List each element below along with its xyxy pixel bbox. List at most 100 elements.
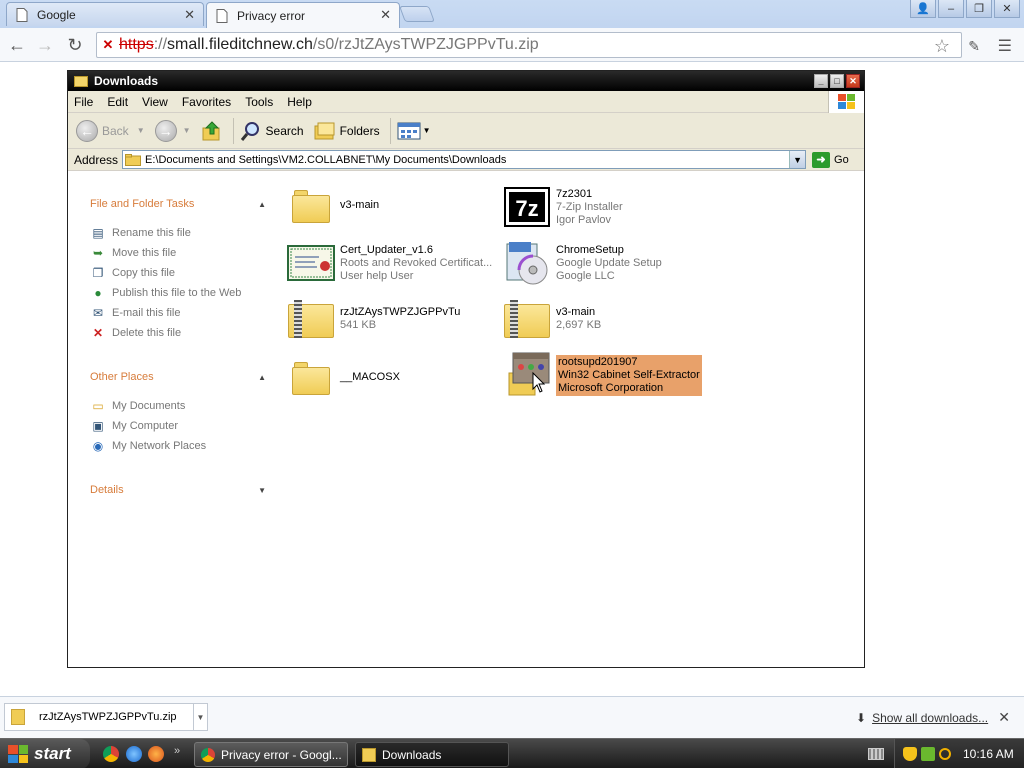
download-arrow-icon: ⬇ [856,711,867,725]
expand-icon[interactable]: ▼ [258,486,266,495]
close-window-button[interactable]: ✕ [994,0,1020,18]
start-button[interactable]: start [0,739,90,768]
certificate-icon [286,241,336,285]
go-button[interactable]: ➜ Go [812,151,849,168]
place-my-network[interactable]: ◉ My Network Places [90,436,266,456]
copy-icon: ❐ [92,266,104,280]
search-icon[interactable] [939,748,951,760]
task-move[interactable]: ➥ Move this file [90,243,266,263]
search-button[interactable]: Search [240,120,304,142]
maximize-button[interactable]: □ [830,74,844,88]
menu-view[interactable]: View [142,95,168,109]
shield-icon[interactable] [903,747,917,761]
file-item[interactable]: Cert_Updater_v1.6 Roots and Revoked Cert… [286,241,492,285]
tab-google[interactable]: Google ✕ [6,2,204,26]
chrome-quicklaunch-icon[interactable] [103,746,119,762]
extension-icon[interactable]: ✎ [968,38,980,55]
explorer-menubar: File Edit View Favorites Tools Help [68,91,864,113]
omnibox[interactable]: ✕ https :// small.fileditchnew.ch /s0/rz… [96,32,962,58]
forward-arrow-icon[interactable]: → [34,34,56,56]
views-button[interactable]: ▼ [397,122,431,140]
folders-button[interactable]: Folders [314,121,380,141]
back-button[interactable]: ← Back ▼ [76,119,145,142]
show-all-downloads-link[interactable]: ⬇ Show all downloads... [856,711,988,725]
keyboard-icon[interactable] [868,748,884,760]
up-folder-button[interactable] [201,120,223,142]
download-shelf: rzJtZAysTWPZJGPPvTu.zip ▼ ⬇ Show all dow… [0,696,1024,738]
tab-label: Google [37,7,76,22]
panel-title: Other Places [90,371,154,383]
tab-privacy-error[interactable]: Privacy error ✕ [206,2,400,28]
zip-folder-icon [286,297,336,341]
minimize-button[interactable]: – [938,0,964,18]
task-rename[interactable]: ▤ Rename this file [90,223,266,243]
file-item[interactable]: v3-main [286,183,379,227]
taskbar-button-chrome[interactable]: Privacy error - Googl... [194,742,348,767]
network-icon: ◉ [92,439,104,453]
task-pane: File and Folder Tasks ▲ ▤ Rename this fil… [68,173,278,667]
close-icon[interactable]: ✕ [184,7,195,23]
menu-file[interactable]: File [74,95,93,109]
task-label: Rename this file [112,227,191,239]
close-button[interactable]: ✕ [846,74,860,88]
menu-edit[interactable]: Edit [107,95,128,109]
collapse-icon[interactable]: ▲ [258,200,266,209]
menu-tools[interactable]: Tools [245,95,273,109]
menu-favorites[interactable]: Favorites [182,95,231,109]
folder-icon [286,183,336,227]
file-name: rootsupd201907 [558,355,638,368]
windows-flag-icon [828,91,864,113]
collapse-icon[interactable]: ▲ [258,373,266,382]
place-label: My Documents [112,400,186,412]
user-icon[interactable]: 👤 [910,0,936,18]
restore-button[interactable]: ❐ [966,0,992,18]
chevron-right-icon[interactable]: » [174,745,180,757]
menu-help[interactable]: Help [287,95,312,109]
details-header[interactable]: Details ▼ [90,481,266,499]
bookmark-star-icon[interactable]: ☆ [934,36,950,57]
task-email[interactable]: ✉ E-mail this file [90,303,266,323]
address-field[interactable]: E:\Documents and Settings\VM2.COLLABNET\… [122,150,807,169]
file-item-selected[interactable]: rootsupd201907 Win32 Cabinet Self-Extrac… [502,352,702,397]
chevron-down-icon[interactable]: ▼ [789,151,806,168]
place-my-computer[interactable]: ▣ My Computer [90,416,266,436]
file-item[interactable]: v3-main 2,697 KB [502,297,601,341]
file-size: 2,697 KB [556,319,602,331]
task-delete[interactable]: ✕ Delete this file [90,323,266,343]
back-arrow-icon[interactable]: ← [6,34,28,56]
explorer-titlebar[interactable]: Downloads _ □ ✕ [68,71,864,91]
taskbar-button-label: Downloads [382,747,442,762]
task-publish[interactable]: ● Publish this file to the Web [90,283,266,303]
file-item[interactable]: ChromeSetup Google Update Setup Google L… [502,241,662,285]
taskbar-button-downloads[interactable]: Downloads [355,742,509,767]
file-item[interactable]: 7z 7z2301 7-Zip Installer Igor Pavlov [502,185,623,229]
chevron-down-icon: ▼ [136,126,145,135]
new-tab-button[interactable] [399,6,435,22]
file-item[interactable]: rzJtZAysTWPZJGPPvTu 541 KB [286,297,460,341]
explorer-body: File and Folder Tasks ▲ ▤ Rename this fil… [68,173,864,667]
folders-label: Folders [339,123,380,138]
close-icon[interactable]: ✕ [998,709,1010,726]
ie-quicklaunch-icon[interactable] [126,746,142,762]
minimize-button[interactable]: _ [814,74,828,88]
url-path: /s0/rzJtZAysTWPZJGPPvTu.zip [312,36,539,53]
broken-lock-icon[interactable]: ✕ [97,37,119,53]
other-places-header[interactable]: Other Places ▲ [90,368,266,386]
chevron-down-icon[interactable]: ▼ [193,704,207,730]
forward-button[interactable]: → ▼ [154,119,191,142]
toolbar-separator [232,117,234,144]
menu-icon[interactable]: ☰ [998,36,1012,56]
system-tray: 10:16 AM [894,739,1024,768]
network-icon[interactable] [921,747,935,761]
7zip-icon: 7z [502,185,552,229]
reload-icon[interactable]: ↻ [64,34,86,56]
file-item[interactable]: __MACOSX [286,355,400,399]
place-my-documents[interactable]: ▭ My Documents [90,396,266,416]
task-label: E-mail this file [112,307,181,319]
task-copy[interactable]: ❐ Copy this file [90,263,266,283]
file-tasks-header[interactable]: File and Folder Tasks ▲ [90,195,266,213]
file-tasks-panel: File and Folder Tasks ▲ ▤ Rename this fil… [90,195,266,343]
firefox-quicklaunch-icon[interactable] [148,746,164,762]
close-icon[interactable]: ✕ [380,7,391,23]
download-item[interactable]: rzJtZAysTWPZJGPPvTu.zip ▼ [4,703,208,731]
